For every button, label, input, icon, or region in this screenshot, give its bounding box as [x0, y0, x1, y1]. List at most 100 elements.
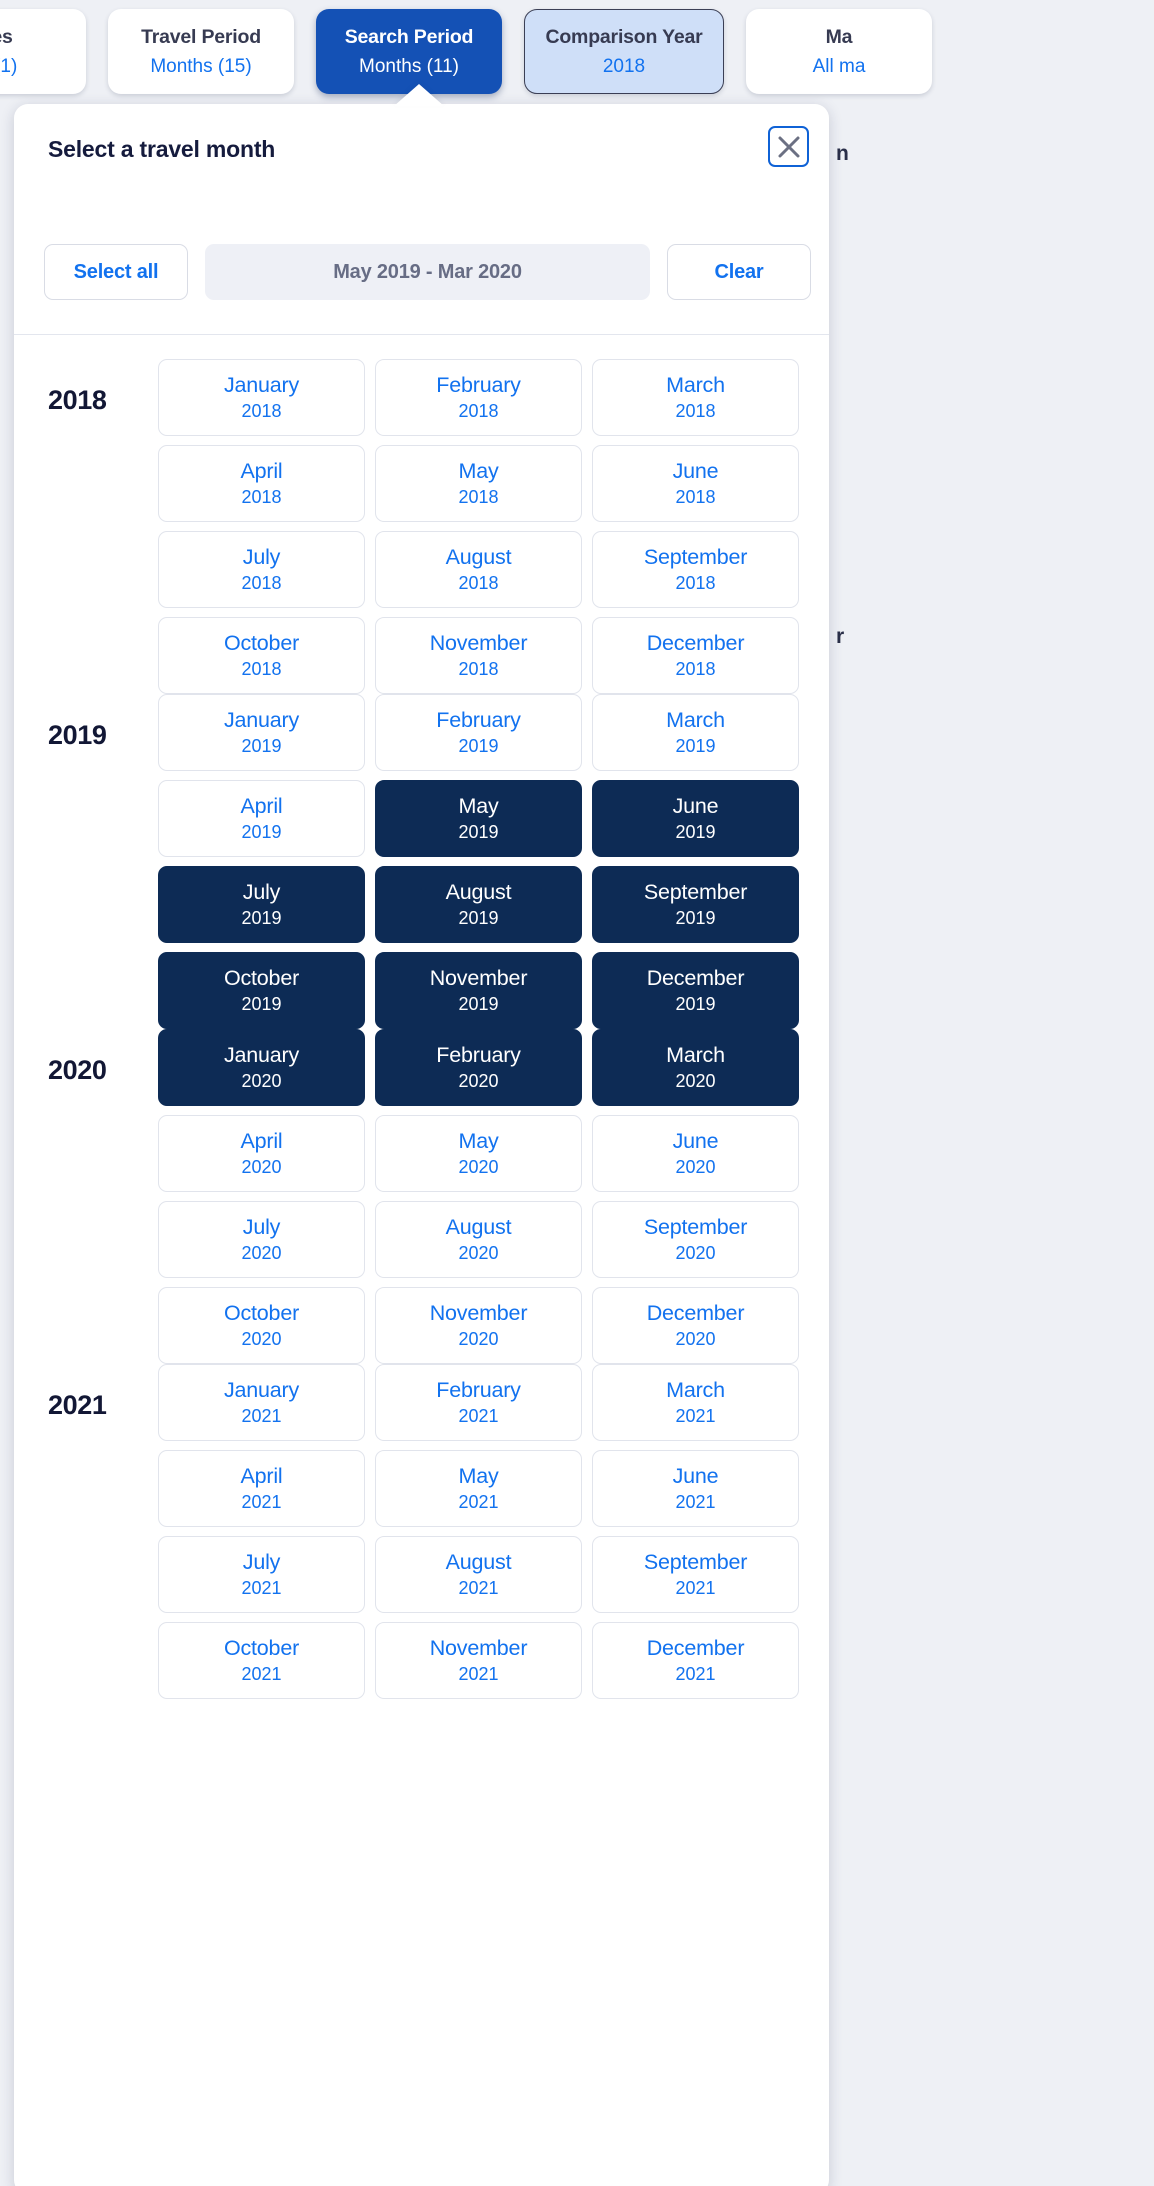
month-cell[interactable]: October 2018 — [158, 617, 365, 694]
month-cell[interactable]: July 2020 — [158, 1201, 365, 1278]
month-year: 2019 — [458, 736, 499, 756]
month-cell[interactable]: August 2018 — [375, 531, 582, 608]
app-root: utes es (1) Travel Period Months (15) Search… — [0, 0, 1154, 2186]
month-cell[interactable]: December 2021 — [592, 1622, 799, 1699]
month-name: November — [429, 1301, 528, 1325]
month-cell[interactable]: June 2019 — [592, 780, 799, 857]
popover-arrow — [394, 84, 444, 106]
month-cell[interactable]: September 2021 — [592, 1536, 799, 1613]
month-cell[interactable]: December 2018 — [592, 617, 799, 694]
filter-tab-3[interactable]: Search Period Months (11) — [316, 9, 502, 94]
year-label: 2019 — [48, 720, 107, 750]
month-name: December — [646, 966, 745, 990]
month-cell[interactable]: April 2019 — [158, 780, 365, 857]
month-cell[interactable]: December 2020 — [592, 1287, 799, 1364]
month-cell[interactable]: May 2021 — [375, 1450, 582, 1527]
month-cell[interactable]: April 2020 — [158, 1115, 365, 1192]
month-cell[interactable]: January 2019 — [158, 694, 365, 771]
month-cell[interactable]: August 2020 — [375, 1201, 582, 1278]
year-label: 2018 — [48, 385, 107, 415]
month-cell[interactable]: July 2018 — [158, 531, 365, 608]
select-all-button[interactable]: Select all — [44, 244, 188, 300]
month-year: 2019 — [241, 994, 282, 1014]
month-cell[interactable]: May 2018 — [375, 445, 582, 522]
month-name: December — [646, 631, 745, 655]
month-name: August — [445, 1550, 512, 1574]
month-cell[interactable]: April 2021 — [158, 1450, 365, 1527]
month-year: 2020 — [241, 1157, 282, 1177]
month-cell[interactable]: November 2019 — [375, 952, 582, 1029]
month-cell[interactable]: March 2021 — [592, 1364, 799, 1441]
clear-button[interactable]: Clear — [667, 244, 811, 300]
month-year: 2020 — [458, 1071, 499, 1091]
month-name: October — [223, 631, 300, 655]
month-cell[interactable]: May 2020 — [375, 1115, 582, 1192]
month-year: 2021 — [675, 1664, 716, 1684]
month-cell[interactable]: February 2018 — [375, 359, 582, 436]
month-cell[interactable]: November 2021 — [375, 1622, 582, 1699]
month-cell[interactable]: January 2020 — [158, 1029, 365, 1106]
filter-tab-title: utes — [0, 25, 13, 48]
month-cell[interactable]: June 2020 — [592, 1115, 799, 1192]
month-name: January — [223, 1043, 300, 1067]
month-year: 2018 — [675, 659, 716, 679]
month-year: 2020 — [458, 1243, 499, 1263]
filter-tab-4[interactable]: Comparison Year 2018 — [524, 9, 724, 94]
month-cell[interactable]: October 2020 — [158, 1287, 365, 1364]
month-name: November — [429, 1636, 528, 1660]
month-year: 2021 — [458, 1492, 499, 1512]
month-year: 2019 — [675, 736, 716, 756]
month-year: 2018 — [675, 487, 716, 507]
month-cell[interactable]: September 2018 — [592, 531, 799, 608]
close-button[interactable] — [768, 126, 809, 167]
year-block: 2019 January 2019 February 2019 March 2019 Apri… — [14, 694, 829, 1029]
month-cell[interactable]: January 2021 — [158, 1364, 365, 1441]
month-cell[interactable]: June 2018 — [592, 445, 799, 522]
month-cell[interactable]: March 2019 — [592, 694, 799, 771]
month-cell[interactable]: March 2020 — [592, 1029, 799, 1106]
month-cell[interactable]: October 2019 — [158, 952, 365, 1029]
month-cell[interactable]: March 2018 — [592, 359, 799, 436]
month-cell[interactable]: February 2020 — [375, 1029, 582, 1106]
month-name: May — [458, 794, 499, 818]
month-cell[interactable]: January 2018 — [158, 359, 365, 436]
month-year: 2021 — [241, 1406, 282, 1426]
month-name: April — [240, 794, 283, 818]
month-cell[interactable]: July 2019 — [158, 866, 365, 943]
month-cell[interactable]: September 2020 — [592, 1201, 799, 1278]
month-cell[interactable]: May 2019 — [375, 780, 582, 857]
month-cell[interactable]: June 2021 — [592, 1450, 799, 1527]
month-list: January 2020 February 2020 March 2020 April 202… — [158, 1029, 799, 1364]
month-name: August — [445, 545, 512, 569]
month-year: 2021 — [241, 1492, 282, 1512]
month-name: February — [436, 373, 521, 397]
month-year: 2019 — [675, 994, 716, 1014]
month-year: 2018 — [241, 401, 282, 421]
filter-tab-1[interactable]: utes es (1) — [0, 9, 86, 94]
month-year: 2020 — [675, 1071, 716, 1091]
month-cell[interactable]: December 2019 — [592, 952, 799, 1029]
year-label: 2021 — [48, 1390, 107, 1420]
month-name: June — [672, 1464, 719, 1488]
month-cell[interactable]: February 2019 — [375, 694, 582, 771]
month-year: 2019 — [458, 822, 499, 842]
month-cell[interactable]: September 2019 — [592, 866, 799, 943]
month-name: March — [666, 373, 725, 397]
filter-tab-2[interactable]: Travel Period Months (15) — [108, 9, 294, 94]
month-cell[interactable]: November 2020 — [375, 1287, 582, 1364]
filter-tab-title: Search Period — [344, 25, 474, 48]
month-year: 2019 — [675, 822, 716, 842]
month-year: 2018 — [241, 659, 282, 679]
month-cell[interactable]: July 2021 — [158, 1536, 365, 1613]
month-cell[interactable]: April 2018 — [158, 445, 365, 522]
month-cell[interactable]: August 2019 — [375, 866, 582, 943]
month-name: September — [643, 545, 748, 569]
filter-tab-subtitle: Months (15) — [150, 55, 252, 77]
month-cell[interactable]: October 2021 — [158, 1622, 365, 1699]
month-cell[interactable]: August 2021 — [375, 1536, 582, 1613]
month-cell[interactable]: November 2018 — [375, 617, 582, 694]
filter-tab-5[interactable]: Ma All ma — [746, 9, 932, 94]
month-name: April — [240, 459, 283, 483]
month-cell[interactable]: February 2021 — [375, 1364, 582, 1441]
month-name: May — [458, 1129, 499, 1153]
